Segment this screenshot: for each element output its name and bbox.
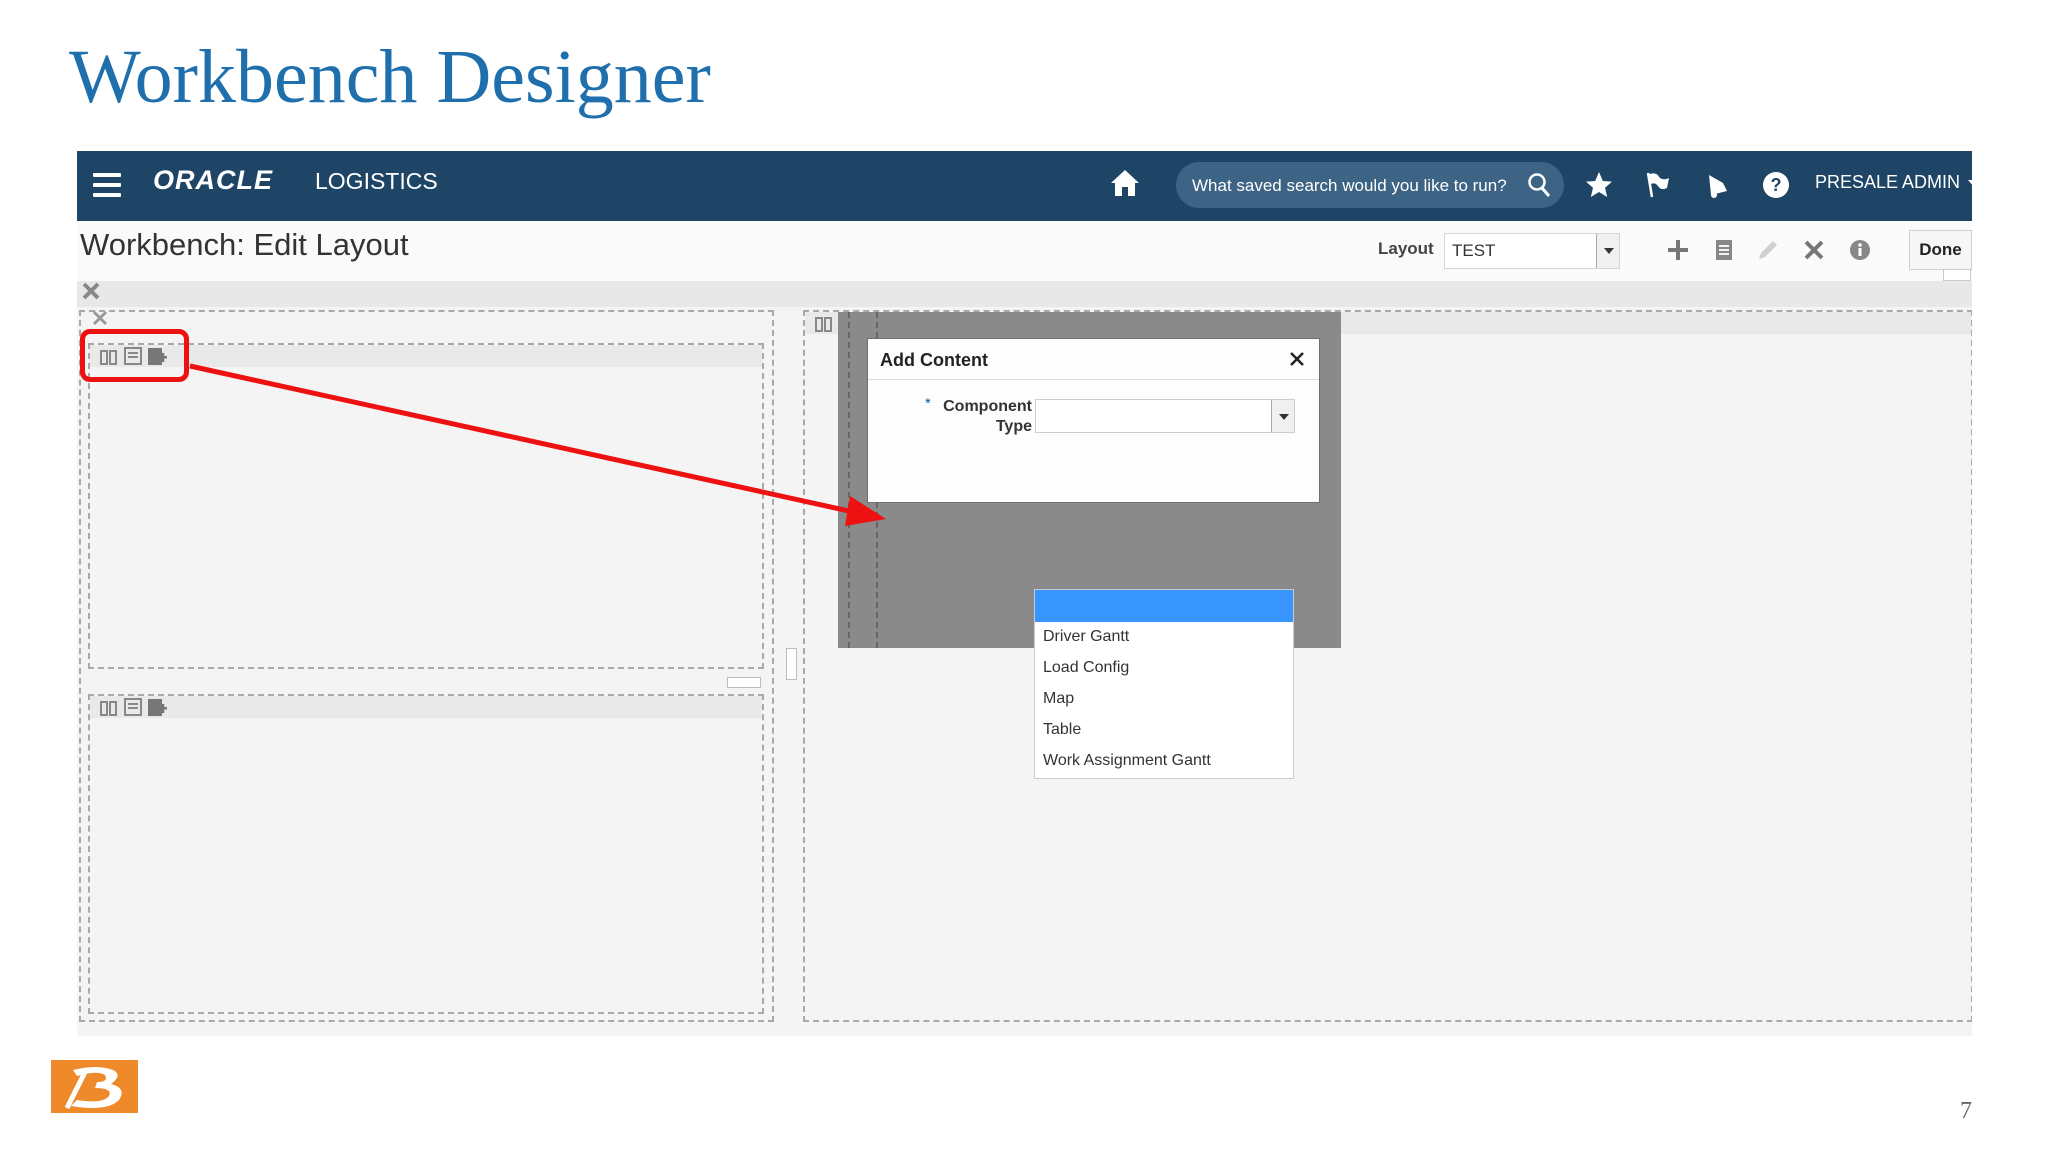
layout-select[interactable]: TEST (1444, 233, 1620, 269)
chevron-down-icon (1968, 179, 1972, 187)
dropdown-option[interactable]: Load Config (1043, 659, 1129, 677)
dropdown-option[interactable]: Work Assignment Gantt (1043, 752, 1211, 770)
menu-icon[interactable] (93, 171, 121, 199)
splitter-handle[interactable] (786, 648, 797, 680)
component-type-dropdown: Driver Gantt Load Config Map Table Work … (1034, 589, 1294, 779)
layout-toolbar-strip (77, 281, 1972, 307)
layout-value: TEST (1452, 241, 1496, 260)
add-icon[interactable] (1665, 237, 1691, 263)
layout-label: Layout (1378, 239, 1434, 258)
info-icon[interactable] (1847, 237, 1873, 263)
user-name: PRESALE ADMIN (1815, 172, 1961, 192)
panel-header (90, 696, 762, 718)
bottom-left-panel (88, 694, 764, 1014)
add-content-dialog: Add Content * Component Type (867, 338, 1320, 503)
flag-icon[interactable] (1641, 169, 1673, 201)
close-icon[interactable] (80, 280, 102, 302)
company-logo (51, 1060, 138, 1113)
collapse-header-handle[interactable] (1943, 269, 1971, 281)
layout-icon[interactable] (813, 312, 835, 334)
star-icon[interactable] (1583, 169, 1615, 201)
dropdown-option-empty[interactable] (1035, 590, 1293, 622)
page-number: 7 (1960, 1098, 1972, 1124)
top-left-panel (88, 343, 764, 669)
search-icon[interactable] (1526, 172, 1552, 198)
edit-icon[interactable] (1755, 237, 1781, 263)
product-name: LOGISTICS (315, 168, 438, 194)
saved-search-box (1176, 162, 1564, 210)
panel-header (90, 345, 762, 367)
bell-icon[interactable] (1701, 169, 1733, 201)
delete-icon[interactable] (1801, 237, 1827, 263)
chevron-down-icon[interactable] (1596, 234, 1619, 268)
svg-text:?: ? (1771, 175, 1782, 195)
overlay-dashed-line (848, 312, 850, 648)
component-type-label: Component Type (943, 398, 1032, 435)
highlight-box (80, 329, 189, 382)
dropdown-option[interactable]: Map (1043, 690, 1074, 708)
remove-region-icon[interactable] (91, 309, 109, 327)
required-marker: * (925, 395, 931, 412)
brand-logo: ORACLE (153, 165, 273, 195)
layout-icon[interactable] (98, 696, 120, 718)
dropdown-option[interactable]: Driver Gantt (1043, 628, 1129, 646)
dialog-title: Add Content (880, 350, 988, 370)
saved-search-input[interactable] (1190, 162, 1512, 210)
done-button[interactable]: Done (1909, 230, 1972, 270)
help-icon[interactable]: ? (1760, 169, 1792, 201)
page-title: Workbench: Edit Layout (80, 227, 409, 262)
dropdown-option[interactable]: Table (1043, 721, 1081, 739)
home-icon[interactable] (1109, 167, 1141, 199)
chevron-down-icon[interactable] (1271, 400, 1294, 432)
user-menu[interactable]: PRESALE ADMIN (1815, 172, 1972, 193)
collapse-handle[interactable] (727, 677, 761, 688)
panel-toolbar (98, 696, 168, 718)
list-icon[interactable] (122, 696, 144, 718)
slide-title: Workbench Designer (69, 35, 711, 119)
add-content-icon[interactable] (146, 696, 168, 718)
component-type-select[interactable] (1035, 399, 1295, 433)
close-icon[interactable] (1287, 349, 1307, 369)
top-navigation-bar: ORACLE LOGISTICS ? PRESALE ADMIN (77, 151, 1972, 221)
list-icon[interactable] (1711, 237, 1737, 263)
